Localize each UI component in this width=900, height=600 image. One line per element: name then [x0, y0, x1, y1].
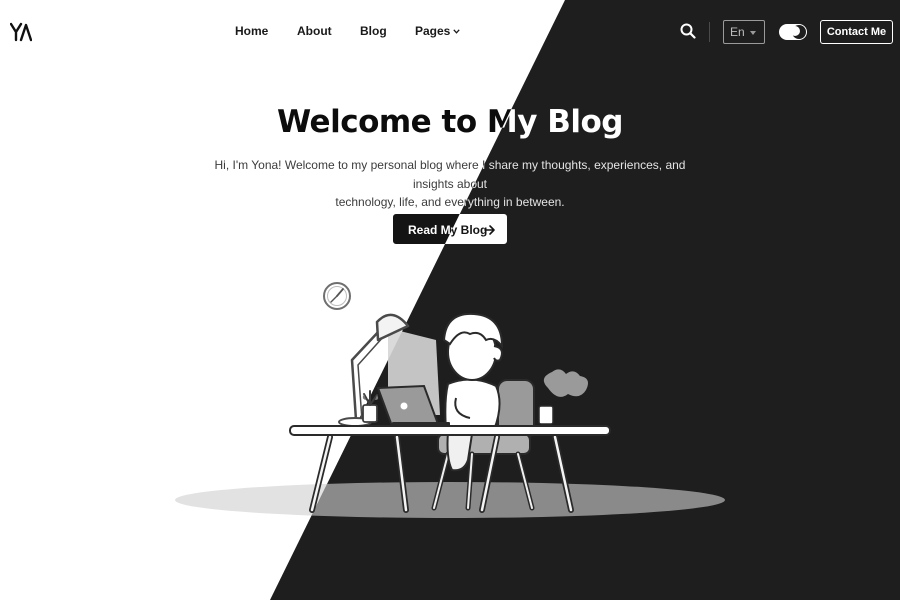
clock-icon — [323, 282, 351, 310]
page: Home About Blog Pages En Contact Me Welc… — [0, 0, 900, 600]
hero-illustration — [175, 282, 725, 518]
floor-shadow — [175, 482, 725, 518]
coffee-mug-icon — [538, 369, 588, 425]
plant-icon — [362, 390, 379, 423]
